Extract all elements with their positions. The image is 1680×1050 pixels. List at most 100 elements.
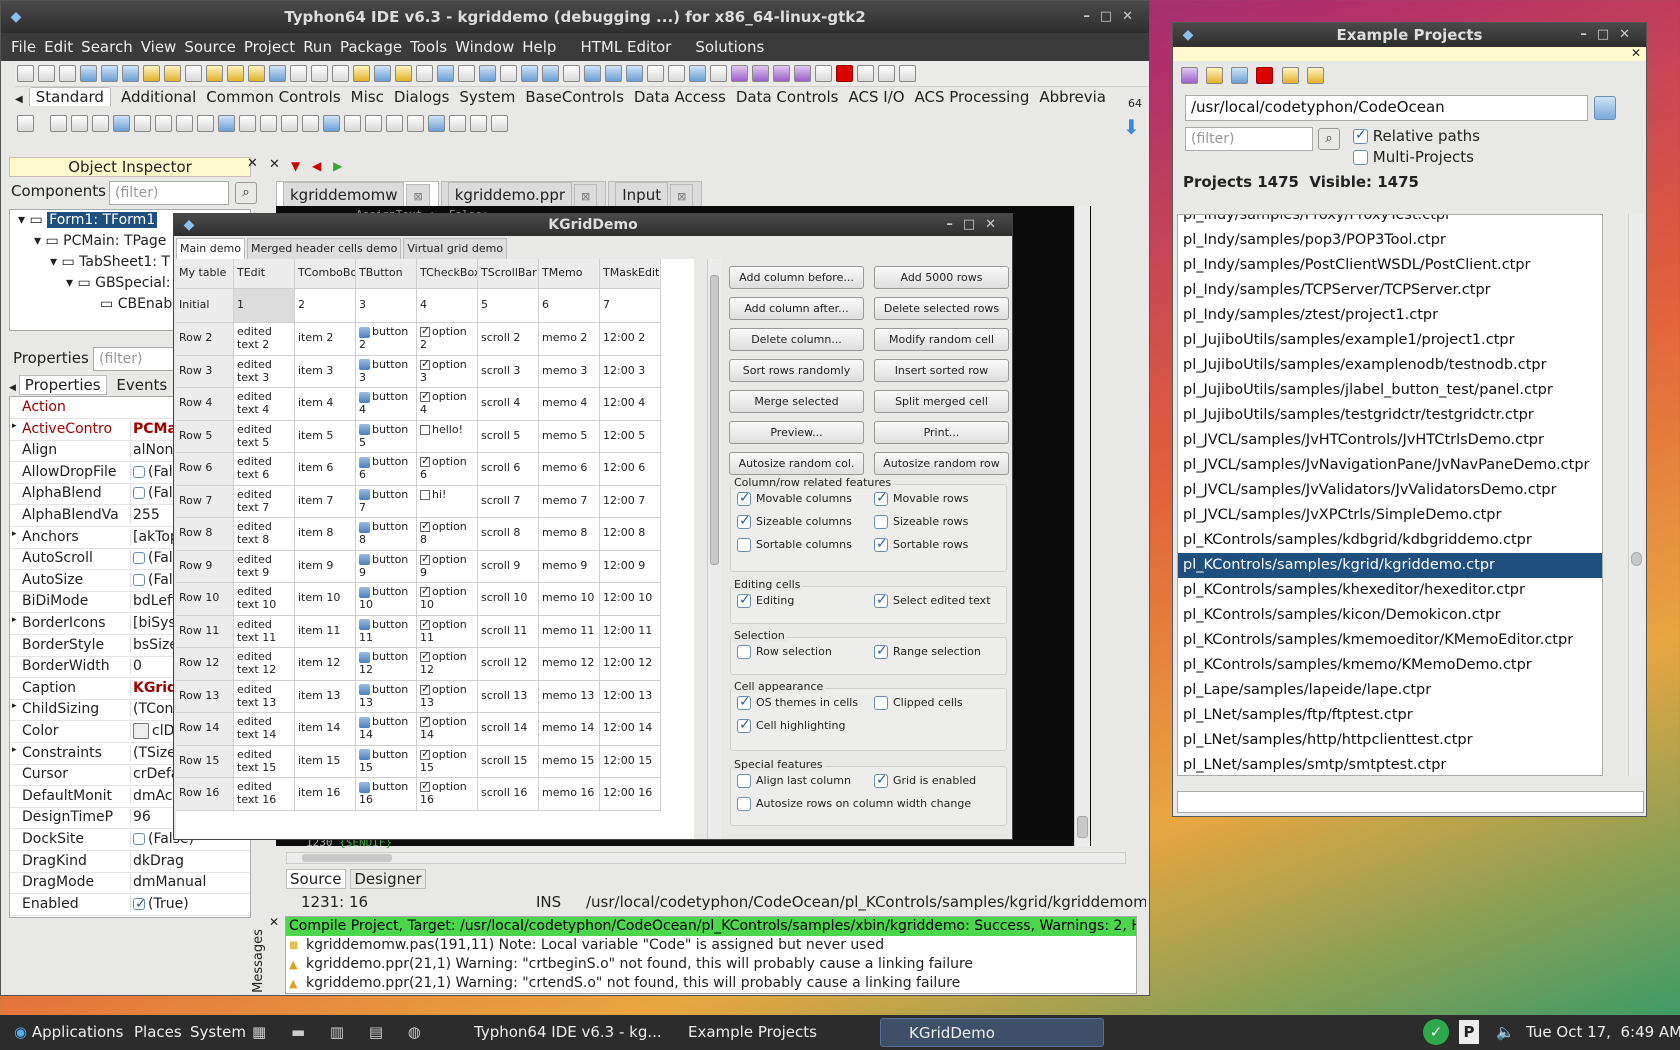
grid-row-header[interactable]: Row 15 bbox=[176, 745, 234, 778]
grid-cell[interactable]: option 10 bbox=[417, 583, 478, 616]
kgrid-tab-1[interactable]: Merged header cells demo bbox=[246, 238, 402, 259]
grid-cell[interactable]: edited text 2 bbox=[234, 323, 295, 356]
component-icon[interactable] bbox=[491, 115, 508, 132]
property-row[interactable]: Enabled (True) bbox=[10, 894, 250, 916]
component-icon[interactable] bbox=[407, 115, 424, 132]
checkbox-icon[interactable] bbox=[133, 465, 145, 478]
component-icon[interactable] bbox=[386, 115, 403, 132]
option-checkbox[interactable]: Sizeable rows bbox=[874, 514, 968, 530]
project-list-item[interactable]: pl_KControls/samples/khexeditor/hexedito… bbox=[1178, 578, 1602, 603]
checkbox-icon[interactable] bbox=[420, 747, 430, 760]
toolbar-button-icon[interactable] bbox=[794, 65, 811, 82]
refresh-icon[interactable] bbox=[1181, 67, 1198, 84]
menu-source[interactable]: Source bbox=[184, 38, 236, 56]
grid-row-header[interactable]: Row 16 bbox=[176, 778, 234, 811]
grid-row-header[interactable]: Row 11 bbox=[176, 615, 234, 648]
toolbar-button-icon[interactable] bbox=[269, 65, 286, 82]
project-list-item[interactable]: pl_KControls/samples/kmemo/KMemoDemo.ctp… bbox=[1178, 653, 1602, 678]
delete-icon[interactable] bbox=[1256, 67, 1274, 84]
project-list-item[interactable]: pl_JVCL/samples/JvValidators/JvValidator… bbox=[1178, 478, 1602, 503]
option-checkbox[interactable]: Movable rows bbox=[874, 490, 969, 507]
checkbox-icon[interactable] bbox=[420, 649, 430, 662]
grid-initial-cell[interactable]: 4 bbox=[417, 289, 478, 323]
toolbar-button-icon[interactable] bbox=[878, 65, 895, 82]
grid-action-button[interactable]: Print... bbox=[874, 421, 1009, 444]
checkbox-icon[interactable] bbox=[874, 696, 888, 710]
grid-cell[interactable]: scroll 5 bbox=[478, 420, 539, 453]
grid-cell[interactable]: edited text 16 bbox=[234, 778, 295, 811]
messages-close-icon[interactable]: ✕ bbox=[269, 915, 279, 929]
grid-cell[interactable]: memo 4 bbox=[539, 388, 600, 421]
editor-hscrollbar[interactable] bbox=[286, 852, 1126, 864]
grid-cell[interactable]: option 8 bbox=[417, 518, 478, 551]
grid-cell[interactable]: item 2 bbox=[295, 323, 356, 356]
checkbox-icon[interactable] bbox=[420, 454, 430, 467]
toolbar-button-icon[interactable] bbox=[836, 65, 853, 82]
palette-tab-9[interactable]: ACS I/O bbox=[848, 88, 904, 106]
grid-cell[interactable]: memo 13 bbox=[539, 680, 600, 713]
component-icon[interactable] bbox=[155, 115, 172, 132]
grid-header-cell[interactable]: TMaskEdit bbox=[600, 259, 661, 289]
toolbar-button-icon[interactable] bbox=[542, 65, 559, 82]
grid-cell[interactable]: item 3 bbox=[295, 355, 356, 388]
checkbox-icon[interactable] bbox=[420, 489, 430, 500]
grid-header-cell[interactable]: TScrollBar bbox=[478, 259, 539, 289]
project-list-item[interactable]: pl_KControls/samples/kmemoeditor/KMemoEd… bbox=[1178, 628, 1602, 653]
checkbox-icon[interactable] bbox=[874, 592, 888, 608]
grid-action-button[interactable]: Modify random cell bbox=[874, 328, 1009, 351]
launcher-icons[interactable]: ▦ ▬ ▥ ▤ ◍ bbox=[252, 1015, 431, 1050]
toolbar-button-icon[interactable] bbox=[164, 65, 181, 82]
relative-paths-checkbox[interactable]: Relative paths bbox=[1353, 127, 1480, 145]
expand-arrow-icon[interactable]: ▸ bbox=[12, 701, 17, 711]
grid-cell[interactable]: item 9 bbox=[295, 550, 356, 583]
menu-help[interactable]: Help bbox=[522, 38, 556, 56]
toolbar-button-icon[interactable] bbox=[437, 65, 454, 82]
tree-node-form1[interactable]: ▾ ▭ Form1: TForm1 bbox=[18, 212, 158, 228]
project-list-item[interactable]: pl_Indy/samples/pop3/POP3Tool.ctpr bbox=[1178, 228, 1602, 253]
grid-cell[interactable]: edited text 11 bbox=[234, 615, 295, 648]
grid-action-button[interactable]: Autosize random col. bbox=[729, 452, 864, 475]
toolbar-button-icon[interactable] bbox=[353, 65, 370, 82]
window-controls[interactable]: –□✕ bbox=[1580, 23, 1640, 47]
menu-search[interactable]: Search bbox=[81, 38, 133, 56]
multi-projects-checkbox[interactable]: Multi-Projects bbox=[1353, 148, 1474, 166]
tab-events[interactable]: Events bbox=[111, 376, 172, 394]
palette-tab-1[interactable]: Additional bbox=[121, 88, 196, 106]
toolbar-button-icon[interactable] bbox=[752, 65, 769, 82]
grid-cell[interactable]: 12:00 10 bbox=[600, 583, 661, 616]
copy-icon[interactable] bbox=[1231, 67, 1249, 84]
grid-cell[interactable]: 12:00 14 bbox=[600, 713, 661, 746]
grid-cell[interactable]: edited text 6 bbox=[234, 453, 295, 486]
grid-row-header[interactable]: Row 10 bbox=[176, 583, 234, 616]
grid-cell[interactable]: scroll 10 bbox=[478, 583, 539, 616]
grid-cell[interactable]: button 15 bbox=[356, 745, 417, 778]
project-list-item[interactable]: pl_Indy/samples/PostClientWSDL/PostClien… bbox=[1178, 253, 1602, 278]
grid-cell[interactable]: scroll 15 bbox=[478, 745, 539, 778]
grid-cell[interactable]: item 10 bbox=[295, 583, 356, 616]
grid-cell[interactable]: button 7 bbox=[356, 485, 417, 518]
grid-cell[interactable]: 12:00 13 bbox=[600, 680, 661, 713]
kgrid-table[interactable]: My tableTEditTComboBoxTButtonTCheckBoxTS… bbox=[176, 259, 694, 839]
grid-row-header[interactable]: Row 14 bbox=[176, 713, 234, 746]
grid-cell[interactable]: button 8 bbox=[356, 518, 417, 551]
checkbox-icon[interactable] bbox=[420, 714, 430, 727]
grid-cell[interactable]: scroll 6 bbox=[478, 453, 539, 486]
filter-clear-icon[interactable]: ⌕ bbox=[235, 182, 257, 204]
toolbar-button-icon[interactable] bbox=[500, 65, 517, 82]
tree-node-tabsheet1[interactable]: ▾ ▭ TabSheet1: T bbox=[50, 254, 170, 270]
project-list-item[interactable]: pl_KControls/samples/kdbgrid/kdbgriddemo… bbox=[1178, 528, 1602, 553]
toolbar-button-icon[interactable] bbox=[899, 65, 916, 82]
project-list-item[interactable]: pl_JujiboUtils/samples/testgridctr/testg… bbox=[1178, 403, 1602, 428]
grid-cell[interactable]: edited text 4 bbox=[234, 388, 295, 421]
window-controls[interactable]: –□✕ bbox=[1083, 1, 1143, 33]
expand-arrow-icon[interactable]: ▸ bbox=[12, 529, 17, 539]
grid-cell[interactable]: item 6 bbox=[295, 453, 356, 486]
toolbar-button-icon[interactable] bbox=[311, 65, 328, 82]
checkbox-icon[interactable] bbox=[874, 536, 888, 552]
property-value[interactable]: dkDrag bbox=[130, 852, 248, 869]
grid-cell[interactable]: item 12 bbox=[295, 648, 356, 681]
project-list[interactable]: pl_Indy/samples/Proxy/ProxyTest.ctpr pl_I… bbox=[1177, 214, 1603, 776]
grid-header-cell[interactable]: My table bbox=[176, 259, 234, 289]
property-value[interactable]: dmManual bbox=[130, 874, 248, 891]
editor-vscrollbar[interactable] bbox=[1074, 206, 1090, 846]
